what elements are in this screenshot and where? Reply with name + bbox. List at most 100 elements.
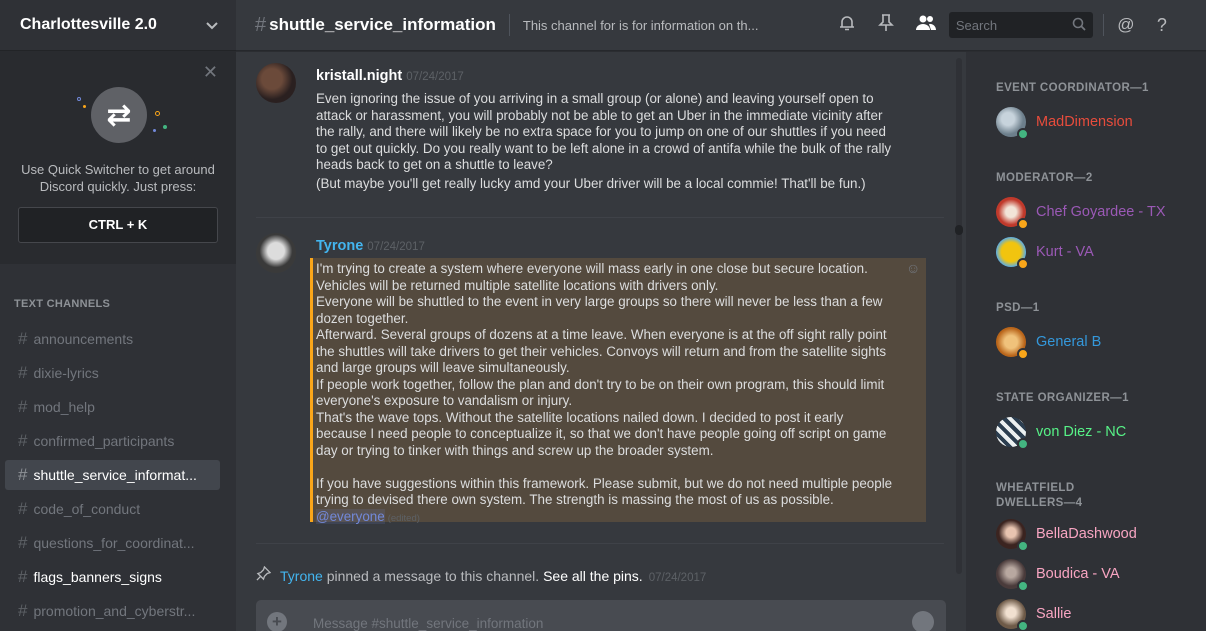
bell-icon[interactable] xyxy=(837,14,857,37)
text-channels-header[interactable]: TEXT CHANNELS xyxy=(0,264,236,322)
message-list: kristall.night 07/24/2017 Even ignoring t… xyxy=(236,52,964,594)
role-header: PSD—1 xyxy=(996,302,1040,314)
pin-text: pinned a message to this channel. xyxy=(322,568,544,584)
edited-label: (edited) xyxy=(387,512,420,524)
message-line: heads back to get on a shuttle to leave? xyxy=(316,157,553,172)
message-line: If people work together, follow the plan… xyxy=(316,376,885,392)
timestamp: 07/24/2017 xyxy=(406,71,464,83)
avatar[interactable] xyxy=(256,233,296,273)
discord-app: Charlottesville 2.0 ✕ ⇄ Use Quick Switch… xyxy=(0,0,1206,631)
server-header[interactable]: Charlottesville 2.0 xyxy=(0,0,236,51)
close-icon[interactable]: ✕ xyxy=(203,62,218,83)
add-reaction-icon[interactable]: ☺ xyxy=(906,260,920,276)
avatar xyxy=(996,417,1029,450)
member-name: Boudica - VA xyxy=(1036,566,1120,582)
role-header: WHEATFIELD DWELLERS—4 xyxy=(996,482,1083,509)
message-line: Even ignoring the issue of you arriving … xyxy=(316,91,874,106)
message-line: I'm trying to create a system where ever… xyxy=(316,261,868,276)
see-all-pins-link[interactable]: See all the pins. xyxy=(543,568,643,584)
chevron-down-icon[interactable] xyxy=(206,17,218,33)
member-item[interactable]: Sallie xyxy=(996,599,1072,631)
member-name: BellaDashwood xyxy=(1036,526,1137,542)
divider xyxy=(1102,14,1104,36)
avatar[interactable] xyxy=(256,63,296,103)
divider xyxy=(508,14,510,36)
member-item[interactable]: General B xyxy=(996,327,1102,360)
channel-item-active[interactable]: # shuttle_service_informat... xyxy=(5,460,220,490)
member-item[interactable]: Chef Goyardee - TX xyxy=(996,197,1166,230)
status-idle-icon xyxy=(1017,258,1029,270)
message-line: everyone's exposure to vandalism or inju… xyxy=(316,393,573,408)
pin-user[interactable]: Tyrone xyxy=(280,568,323,584)
message-line: That's the wave tops. Without the satell… xyxy=(316,409,844,425)
channel-item[interactable]: # confirmed_participants xyxy=(5,424,220,458)
hash-icon: # xyxy=(18,465,28,484)
timestamp: 07/24/2017 xyxy=(367,241,425,253)
avatar xyxy=(996,327,1029,360)
channel-item-unread[interactable]: # flags_banners_signs xyxy=(5,560,220,594)
channel-sidebar: Charlottesville 2.0 ✕ ⇄ Use Quick Switch… xyxy=(0,0,236,631)
pin-icon[interactable] xyxy=(876,13,896,37)
message-composer[interactable]: + Message #shuttle_service_information xyxy=(256,600,946,631)
message-input[interactable]: Message #shuttle_service_information xyxy=(313,616,543,631)
member-item[interactable]: Kurt - VA xyxy=(996,237,1094,270)
message-line: trying to devised there own system. The … xyxy=(316,492,834,507)
message-line: because I need people to conceptualize i… xyxy=(316,426,887,441)
channel-topic[interactable]: This channel for is for information on t… xyxy=(523,18,805,33)
avatar xyxy=(996,519,1029,552)
search-input[interactable]: Search xyxy=(948,12,1093,38)
member-name: von Diez - NC xyxy=(1036,424,1127,440)
status-online-icon xyxy=(1017,128,1029,140)
message-line: day or trying to tinker with things and … xyxy=(316,442,714,458)
message-line: dozen together. xyxy=(316,310,409,326)
member-item[interactable]: BellaDashwood xyxy=(996,519,1137,552)
quick-switcher-text: Use Quick Switcher to get around Discord… xyxy=(21,162,215,194)
status-online-icon xyxy=(1017,438,1029,450)
scrollbar-thumb[interactable] xyxy=(955,225,963,235)
message-line: the shuttles will take drivers to get th… xyxy=(316,343,887,359)
role-header: MODERATOR—2 xyxy=(996,172,1093,184)
server-name: Charlottesville 2.0 xyxy=(20,16,157,33)
avatar xyxy=(996,197,1029,230)
message-divider xyxy=(256,217,944,218)
members-icon[interactable] xyxy=(915,14,936,37)
everyone-mention[interactable]: @everyone xyxy=(316,508,385,524)
timestamp: 07/24/2017 xyxy=(648,572,707,584)
role-header: STATE ORGANIZER—1 xyxy=(996,392,1129,404)
member-name: MadDimension xyxy=(1036,114,1133,130)
hash-icon: # xyxy=(18,601,28,620)
help-icon[interactable]: ? xyxy=(1152,15,1172,36)
upload-plus-icon[interactable]: + xyxy=(267,612,287,631)
message-divider xyxy=(256,543,944,544)
channel-item[interactable]: # mod_help xyxy=(5,390,220,424)
member-name: General B xyxy=(1036,334,1102,350)
member-item[interactable]: MadDimension xyxy=(996,107,1133,140)
username[interactable]: kristall.night xyxy=(316,68,402,84)
channel-header: # shuttle_service_information This chann… xyxy=(236,0,1206,51)
message-content: Even ignoring the issue of you arriving … xyxy=(316,91,891,192)
scrollbar-track[interactable] xyxy=(956,58,962,574)
channel-item[interactable]: # promotion_and_cyberstr... xyxy=(5,594,220,628)
member-name: Sallie xyxy=(1036,606,1072,622)
quick-switcher-icon: ⇄ xyxy=(63,85,173,149)
username[interactable]: Tyrone xyxy=(316,238,363,254)
member-item[interactable]: Boudica - VA xyxy=(996,559,1120,592)
avatar xyxy=(996,237,1029,270)
member-name: Chef Goyardee - TX xyxy=(1036,204,1166,220)
channel-item[interactable]: # announcements xyxy=(5,322,220,356)
emoji-icon[interactable] xyxy=(912,611,934,631)
status-online-icon xyxy=(1017,540,1029,552)
channel-item[interactable]: # dixie-lyrics xyxy=(5,356,220,390)
mention-icon[interactable]: @ xyxy=(1116,15,1136,35)
hash-icon: # xyxy=(18,431,28,450)
quick-switcher-shortcut-button[interactable]: CTRL + K xyxy=(18,207,218,243)
hash-icon: # xyxy=(18,329,28,348)
channel-item[interactable]: # questions_for_coordinat... xyxy=(5,526,220,560)
channel-item[interactable]: # code_of_conduct xyxy=(5,492,220,526)
member-item[interactable]: von Diez - NC xyxy=(996,417,1127,450)
status-online-icon xyxy=(1017,580,1029,592)
avatar xyxy=(996,599,1029,631)
status-idle-icon xyxy=(1017,218,1029,230)
message-header: kristall.night 07/24/2017 xyxy=(316,67,464,85)
